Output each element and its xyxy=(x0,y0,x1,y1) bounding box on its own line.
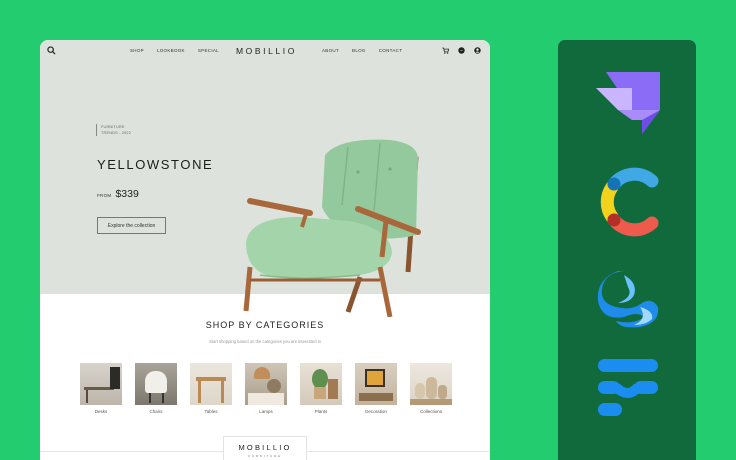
category-collections-thumbnail xyxy=(410,363,452,405)
category-lamps[interactable]: Lamps xyxy=(245,363,287,414)
cart-icon[interactable] xyxy=(442,47,449,54)
categories-title: SHOP BY CATEGORIES xyxy=(205,320,325,330)
contentful-logo xyxy=(600,167,659,237)
footer-logo[interactable]: MOBILLIO FURNITURE xyxy=(223,436,307,460)
category-plants[interactable]: Plants xyxy=(300,363,342,414)
hero-price: FROM $339 xyxy=(97,188,139,200)
nav-link-blog[interactable]: BLOG xyxy=(352,48,366,53)
category-desks-thumbnail xyxy=(80,363,122,405)
nav-left-links: SHOP LOOKBOOK SPECIAL xyxy=(130,48,219,53)
armchair-image xyxy=(243,139,421,317)
nav-link-contact[interactable]: CONTACT xyxy=(379,48,403,53)
category-decoration-label: Decoration xyxy=(365,409,387,414)
top-navigation: SHOP LOOKBOOK SPECIAL MOBILLIO ABOUT BLO… xyxy=(40,40,490,62)
category-lamps-label: Lamps xyxy=(259,409,273,414)
user-icon[interactable] xyxy=(474,47,481,54)
search-icon[interactable] xyxy=(47,46,56,55)
stackbit-logo xyxy=(596,72,660,134)
category-chairs-label: Chairs xyxy=(149,409,163,414)
nav-link-lookbook[interactable]: LOOKBOOK xyxy=(157,48,185,53)
hero-tag-line2: TRENDS - 2022 xyxy=(101,131,132,135)
explore-collection-button[interactable]: Explore the collection xyxy=(97,217,166,234)
website-preview: SHOP LOOKBOOK SPECIAL MOBILLIO ABOUT BLO… xyxy=(40,40,490,460)
sanity-cms-logo xyxy=(597,271,659,328)
nav-link-shop[interactable]: SHOP xyxy=(130,48,144,53)
nav-link-special[interactable]: SPECIAL xyxy=(198,48,219,53)
footer-logo-text: MOBILLIO xyxy=(238,443,292,452)
price-value: $339 xyxy=(115,188,139,200)
category-collections-label: Collections xyxy=(419,409,442,414)
category-tables[interactable]: Tables xyxy=(190,363,232,414)
categories-subtitle: Start shopping based on the categories y… xyxy=(209,339,321,344)
category-tables-thumbnail xyxy=(190,363,232,405)
nav-link-about[interactable]: ABOUT xyxy=(322,48,339,53)
framer-logo xyxy=(598,359,658,416)
nav-right-links: ABOUT BLOG CONTACT xyxy=(322,48,402,53)
category-plants-thumbnail xyxy=(300,363,342,405)
category-decoration[interactable]: Decoration xyxy=(355,363,397,414)
category-desks-label: Desks xyxy=(94,409,108,414)
price-from-label: FROM xyxy=(97,193,112,198)
category-chairs-thumbnail xyxy=(135,363,177,405)
category-decoration-thumbnail xyxy=(355,363,397,405)
site-logo[interactable]: MOBILLIO xyxy=(236,46,297,56)
category-tables-label: Tables xyxy=(204,409,218,414)
category-list: Desks Chairs Tables Lamps Plants Decorat… xyxy=(80,363,452,414)
footer-logo-sub: FURNITURE xyxy=(248,454,282,458)
messenger-icon[interactable] xyxy=(458,47,465,54)
category-desks[interactable]: Desks xyxy=(80,363,122,414)
hero-title: YELLOWSTONE xyxy=(97,157,214,172)
category-chairs[interactable]: Chairs xyxy=(135,363,177,414)
hero-banner: FURNITURE TRENDS - 2022 YELLOWSTONE FROM… xyxy=(40,62,490,317)
category-lamps-thumbnail xyxy=(245,363,287,405)
category-plants-label: Plants xyxy=(314,409,328,414)
category-collections[interactable]: Collections xyxy=(410,363,452,414)
cms-logos-panel xyxy=(558,40,696,460)
hero-tag: FURNITURE TRENDS - 2022 xyxy=(96,124,131,136)
